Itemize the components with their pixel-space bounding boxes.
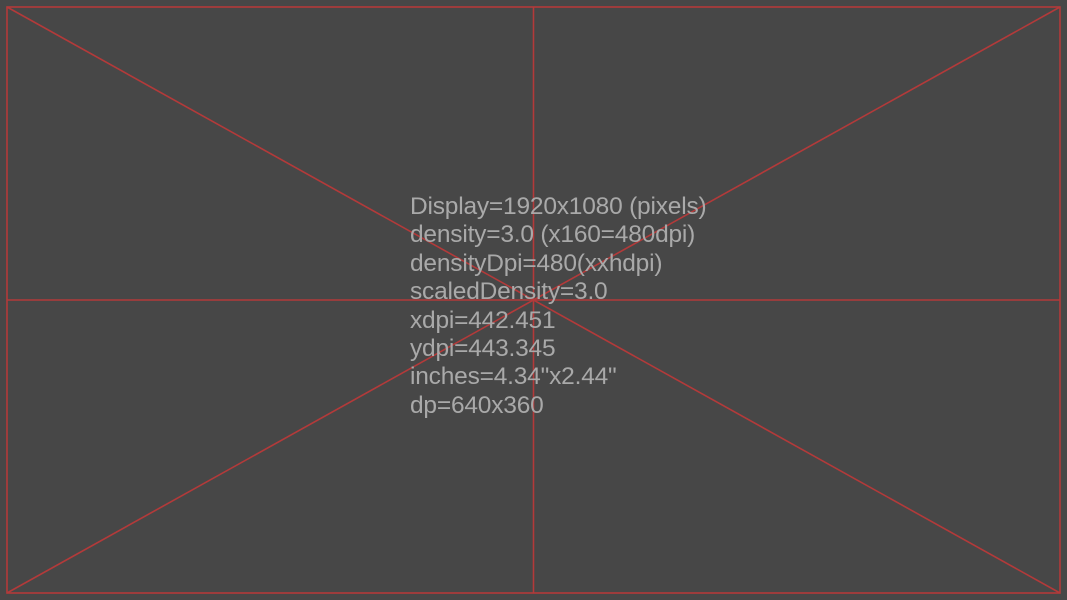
inches-line: inches=4.34"x2.44" [410,363,706,391]
xdpi-line: xdpi=442.451 [410,307,706,335]
display-resolution-line: Display=1920x1080 (pixels) [410,193,706,221]
density-line: density=3.0 (x160=480dpi) [410,221,706,249]
dp-line: dp=640x360 [410,392,706,420]
ydpi-line: ydpi=443.345 [410,335,706,363]
density-dpi-line: densityDpi=480(xxhdpi) [410,250,706,278]
display-metrics-block: Display=1920x1080 (pixels) density=3.0 (… [410,193,706,420]
scaled-density-line: scaledDensity=3.0 [410,278,706,306]
